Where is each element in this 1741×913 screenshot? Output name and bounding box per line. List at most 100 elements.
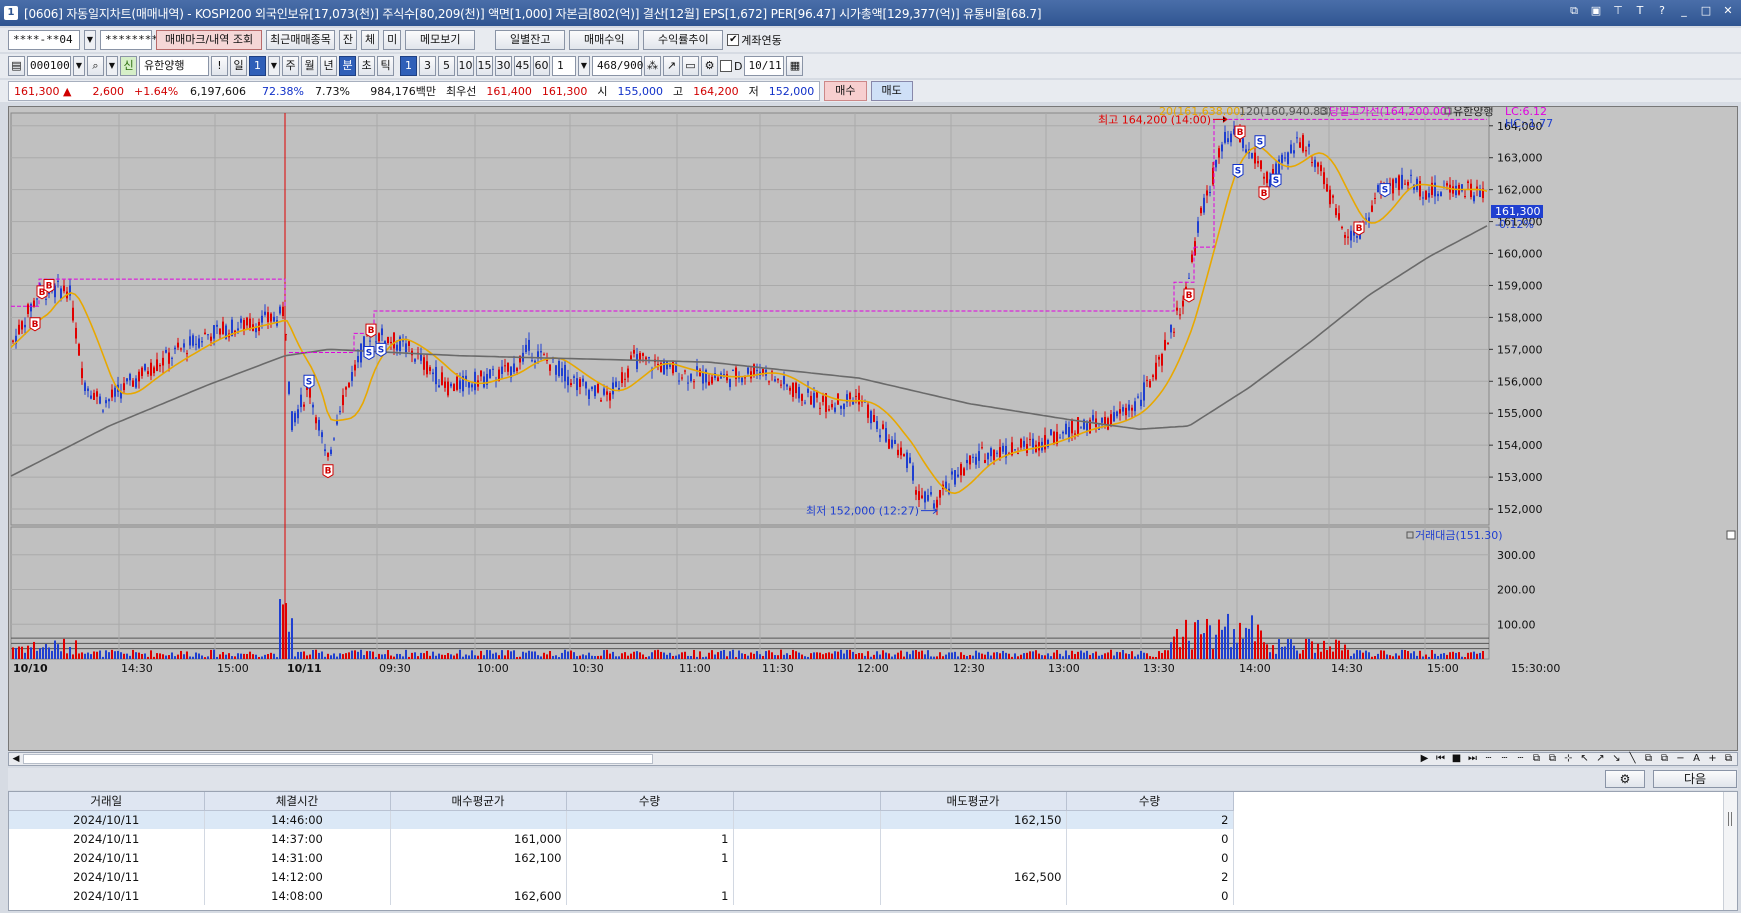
memo-button[interactable]: 메모보기 — [405, 30, 476, 50]
arrow-tool-icon[interactable]: ↗ — [1594, 753, 1607, 765]
trade-marks-button[interactable]: 매매마크/내역 조회 — [156, 30, 263, 50]
minimize-icon[interactable]: _ — [1677, 4, 1691, 18]
copy-icon[interactable]: ⧉ — [1546, 753, 1559, 765]
chevron-down-icon[interactable]: ▼ — [106, 56, 118, 76]
chart-canvas[interactable]: 164,000163,000162,000161,000160,000159,0… — [9, 107, 1737, 750]
settings-gear-icon[interactable]: ⚙ — [1605, 770, 1645, 788]
period-month-button[interactable]: 월 — [301, 56, 318, 76]
help-icon[interactable]: ? — [1655, 4, 1669, 18]
drawing-icon[interactable]: ↗ — [663, 56, 680, 76]
candle-body — [1395, 178, 1397, 184]
copy-icon[interactable]: ⧉ — [1530, 753, 1543, 765]
copy-icon[interactable]: ⧉ — [1642, 753, 1655, 765]
column-header-sell-qty[interactable]: 수량 — [1066, 792, 1234, 811]
link-icon[interactable]: ⧉ — [1567, 4, 1581, 18]
stop-icon[interactable]: ■ — [1450, 753, 1463, 765]
alert-icon[interactable]: ! — [211, 56, 228, 76]
unfilled-button[interactable]: 미 — [383, 30, 402, 50]
pin-icon[interactable]: ⊤ — [1611, 4, 1625, 18]
period-number-field[interactable]: 1 — [249, 56, 266, 76]
arrow-tool-icon[interactable]: ↘ — [1610, 753, 1623, 765]
count-input[interactable]: 1 — [552, 56, 576, 76]
stock-name-field[interactable]: 유한양행 — [139, 56, 209, 76]
chevron-down-icon[interactable]: ▼ — [268, 56, 280, 76]
zoom-slider-icon[interactable]: ┄ — [1482, 753, 1495, 765]
column-header-date[interactable]: 거래일 — [9, 792, 205, 811]
indicator-icon[interactable]: ⁂ — [644, 56, 661, 76]
rewind-icon[interactable]: ⏮ — [1434, 753, 1447, 765]
chevron-down-icon[interactable]: ▼ — [84, 30, 96, 50]
zoom-slider-icon[interactable]: ┄ — [1514, 753, 1527, 765]
maximize-icon[interactable]: □ — [1699, 4, 1713, 18]
column-header-time[interactable]: 체결시간 — [204, 792, 391, 811]
table-row[interactable]: 2024/10/11 14:08:00 162,600 1 0 — [9, 886, 1234, 905]
text-tool-icon[interactable]: A — [1690, 753, 1703, 765]
table-row[interactable]: 2024/10/11 14:37:00 161,000 1 0 — [9, 829, 1234, 848]
daily-balance-button[interactable]: 일별잔고 — [495, 30, 566, 50]
trade-profit-button[interactable]: 매매수익 — [569, 30, 640, 50]
scroll-left-icon[interactable]: ◀ — [9, 753, 23, 765]
d-checkbox[interactable]: D — [720, 60, 742, 73]
scroll-grip-icon[interactable] — [1728, 812, 1732, 826]
scroll-right-icon[interactable]: ▶ — [1418, 753, 1431, 765]
execution-button[interactable]: 체 — [361, 30, 380, 50]
table-row[interactable]: 2024/10/11 14:31:00 162,100 1 0 — [9, 848, 1234, 867]
sell-button[interactable]: 매도 — [870, 81, 913, 101]
table-scrollbar[interactable] — [1723, 792, 1737, 910]
column-header-buy-qty[interactable]: 수량 — [566, 792, 734, 811]
chevron-down-icon[interactable]: ▼ — [73, 56, 85, 76]
forward-icon[interactable]: ⏭ — [1466, 753, 1479, 765]
save-icon[interactable]: ▭ — [682, 56, 699, 76]
table-row[interactable]: 2024/10/11 14:12:00 162,500 2 — [9, 867, 1234, 886]
search-icon[interactable]: ⌕ — [87, 56, 104, 76]
arrow-tool-icon[interactable]: ↖ — [1578, 753, 1591, 765]
checkbox-checked-icon[interactable]: ✔ — [727, 34, 740, 46]
close-icon[interactable]: ✕ — [1721, 4, 1735, 18]
interval-10-button[interactable]: 10 — [457, 56, 474, 76]
interval-5-button[interactable]: 5 — [438, 56, 455, 76]
period-second-button[interactable]: 초 — [358, 56, 375, 76]
interval-60-button[interactable]: 60 — [533, 56, 550, 76]
copy-icon[interactable]: ⧉ — [1658, 753, 1671, 765]
period-year-button[interactable]: 년 — [320, 56, 337, 76]
period-tick-button[interactable]: 틱 — [377, 56, 394, 76]
stock-code-input[interactable]: 000100 — [27, 56, 71, 76]
fit-icon[interactable]: ⧉ — [1722, 753, 1735, 765]
zoom-in-icon[interactable]: + — [1706, 753, 1719, 765]
next-button[interactable]: 다음 — [1653, 770, 1737, 788]
period-day-button[interactable]: 일 — [230, 56, 247, 76]
interval-1-button[interactable]: 1 — [400, 56, 417, 76]
recent-stocks-button[interactable]: 최근매매종목 — [266, 30, 335, 50]
line-tool-icon[interactable]: ╲ — [1626, 753, 1639, 765]
table-row[interactable]: 2024/10/11 14:46:00 162,150 2 — [9, 810, 1234, 829]
font-icon[interactable]: T — [1633, 4, 1647, 18]
period-minute-button[interactable]: 분 — [339, 56, 356, 76]
column-header-sell-avg[interactable]: 매도평균가 — [880, 792, 1067, 811]
calendar-icon[interactable]: ▦ — [786, 56, 804, 76]
interval-45-button[interactable]: 45 — [514, 56, 531, 76]
account-link-checkbox[interactable]: ✔ 계좌연동 — [727, 32, 782, 48]
zoom-out-icon[interactable]: − — [1674, 753, 1687, 765]
interval-3-button[interactable]: 3 — [419, 56, 436, 76]
buy-button[interactable]: 매수 — [824, 81, 867, 101]
zoom-slider-icon[interactable]: ┄ — [1498, 753, 1511, 765]
interval-30-button[interactable]: 30 — [495, 56, 512, 76]
password-input[interactable]: ******** — [100, 30, 158, 50]
chart-scrollbar[interactable]: ◀ ▶ ⏮ ■ ⏭ ┄ ┄ ┄ ⧉ ⧉ ⊹ ↖ ↗ ↘ ╲ ⧉ ⧉ − A + … — [8, 752, 1738, 766]
restore-icon[interactable]: ▣ — [1589, 4, 1603, 18]
interval-15-button[interactable]: 15 — [476, 56, 493, 76]
chevron-down-icon[interactable]: ▼ — [578, 56, 590, 76]
layout-icon[interactable]: ▤ — [8, 56, 25, 76]
date-input[interactable]: 10/11 — [744, 56, 785, 76]
range-field[interactable]: 468/900 — [592, 56, 643, 76]
scroll-thumb[interactable] — [23, 754, 653, 764]
price-chart[interactable]: 164,000 163,000 162,000 161,000 160,000 159,0… — [8, 106, 1738, 751]
checkbox-empty-icon[interactable] — [720, 60, 732, 72]
crosshair-icon[interactable]: ⊹ — [1562, 753, 1575, 765]
balance-button[interactable]: 잔 — [338, 30, 358, 50]
account-input[interactable]: ****-**04 — [8, 30, 80, 50]
column-header-buy-avg[interactable]: 매수평균가 — [390, 792, 567, 811]
gear-icon[interactable]: ⚙ — [701, 56, 718, 76]
period-week-button[interactable]: 주 — [282, 56, 299, 76]
return-trend-button[interactable]: 수익률추이 — [643, 30, 724, 50]
